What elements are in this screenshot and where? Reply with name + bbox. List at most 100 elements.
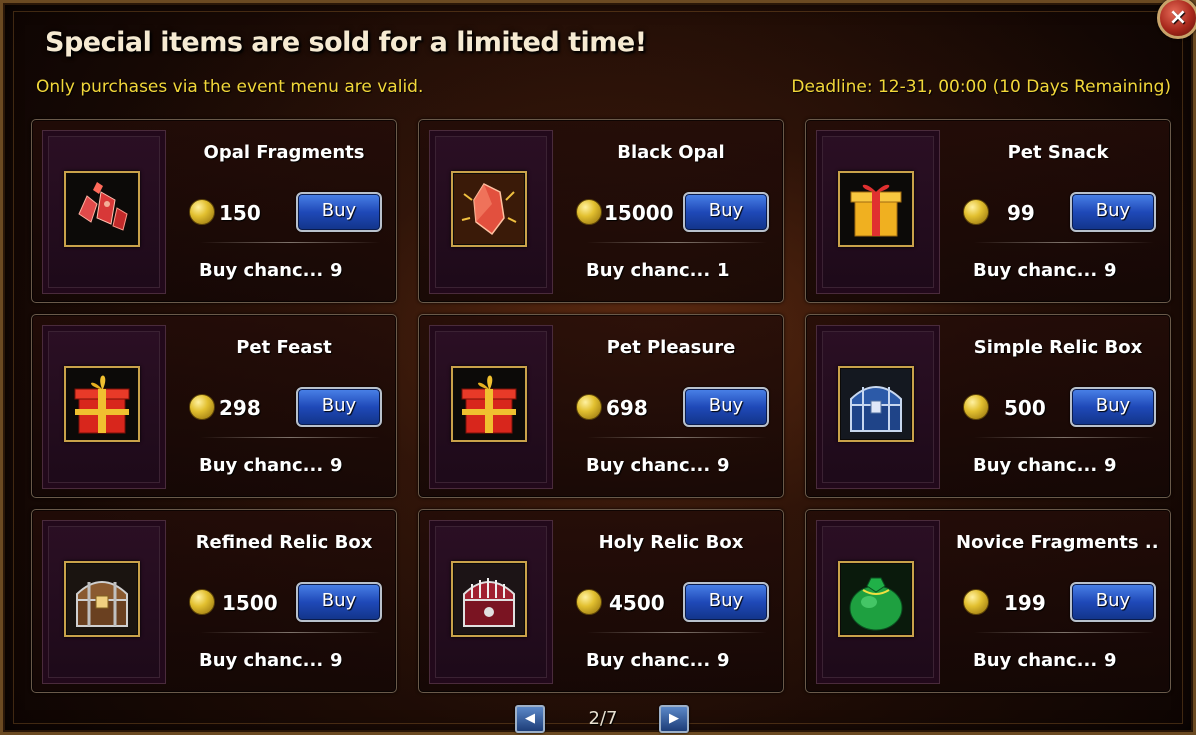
item-card: Refined Relic Box 1500 Buy Buy chanc... … [31,509,397,693]
buy-button[interactable]: Buy [1070,387,1156,427]
divider [587,242,767,243]
item-icon-panel [429,520,553,684]
buy-button[interactable]: Buy [683,387,769,427]
black-opal-icon[interactable] [451,171,527,247]
buy-chance-value: 9 [330,650,343,671]
item-card: Novice Fragments ... 199 Buy Buy chanc..… [805,509,1171,693]
buy-chance-label: Buy chanc... [586,455,711,476]
item-icon-panel [816,130,940,294]
buy-chance-label: Buy chanc... [973,650,1098,671]
divider [587,632,767,633]
buy-chance-value: 9 [717,455,730,476]
item-card: Pet Pleasure 698 Buy Buy chanc... 9 [418,314,784,498]
buy-chance-label: Buy chanc... [199,455,324,476]
item-card: Black Opal 15000 Buy Buy chanc... 1 [418,119,784,303]
item-card: Pet Snack 99 Buy Buy chanc... 9 [805,119,1171,303]
item-price: 298 [219,396,261,420]
item-price: 15000 [604,201,674,225]
item-price: 698 [606,396,648,420]
buy-button[interactable]: Buy [296,387,382,427]
page-indicator: 2/7 [588,708,618,729]
item-icon-panel [429,325,553,489]
gold-coin-icon [963,199,989,225]
prev-page-button[interactable]: ◀ [515,705,545,733]
novice-fragments-bag-icon[interactable] [838,561,914,637]
pagination: ◀ 2/7 ▶ [3,705,1196,735]
item-price: 199 [1004,591,1046,615]
divider [200,242,380,243]
item-name: Pet Feast [236,337,332,358]
gold-coin-icon [576,589,602,615]
item-name: Pet Snack [1007,142,1109,163]
item-icon-panel [42,325,166,489]
shop-window: Special items are sold for a limited tim… [0,0,1196,735]
divider [974,437,1154,438]
buy-button[interactable]: Buy [1070,582,1156,622]
window-title: Special items are sold for a limited tim… [45,27,647,58]
item-name: Opal Fragments [203,142,365,163]
simple-relic-box-icon[interactable] [838,366,914,442]
item-price: 99 [1007,201,1035,225]
buy-chance-label: Buy chanc... [973,455,1098,476]
divider [200,632,380,633]
item-icon-panel [42,130,166,294]
item-price: 1500 [222,591,278,615]
pet-pleasure-gift-icon[interactable] [451,366,527,442]
gold-coin-icon [576,394,602,420]
event-notice: Only purchases via the event menu are va… [36,77,424,97]
divider [974,242,1154,243]
buy-button[interactable]: Buy [683,192,769,232]
item-icon-panel [816,520,940,684]
buy-chance-label: Buy chanc... [586,260,711,281]
gold-coin-icon [963,589,989,615]
buy-chance-label: Buy chanc... [973,260,1098,281]
buy-chance-value: 9 [1104,260,1117,281]
divider [974,632,1154,633]
buy-chance-label: Buy chanc... [199,260,324,281]
buy-chance-label: Buy chanc... [199,650,324,671]
holy-relic-box-icon[interactable] [451,561,527,637]
buy-chance-value: 1 [717,260,730,281]
item-name: Pet Pleasure [606,337,736,358]
gold-coin-icon [963,394,989,420]
gold-coin-icon [189,394,215,420]
item-name: Simple Relic Box [973,337,1143,358]
item-card: Simple Relic Box 500 Buy Buy chanc... 9 [805,314,1171,498]
buy-button[interactable]: Buy [1070,192,1156,232]
item-name: Black Opal [617,142,725,163]
item-card: Holy Relic Box 4500 Buy Buy chanc... 9 [418,509,784,693]
item-icon-panel [429,130,553,294]
gold-coin-icon [576,199,602,225]
next-page-button[interactable]: ▶ [659,705,689,733]
buy-chance-value: 9 [717,650,730,671]
item-grid: Opal Fragments 150 Buy Buy chanc... 9 Bl… [31,119,1173,693]
opal-fragments-icon[interactable] [64,171,140,247]
item-price: 500 [1004,396,1046,420]
buy-chance-value: 9 [330,260,343,281]
deadline-text: Deadline: 12-31, 00:00 (10 Days Remainin… [791,77,1171,97]
item-price: 150 [219,201,261,225]
buy-chance-value: 9 [1104,650,1117,671]
item-price: 4500 [609,591,665,615]
divider [200,437,380,438]
buy-button[interactable]: Buy [296,192,382,232]
gold-coin-icon [189,589,215,615]
item-card: Opal Fragments 150 Buy Buy chanc... 9 [31,119,397,303]
item-icon-panel [42,520,166,684]
refined-relic-box-icon[interactable] [64,561,140,637]
close-button[interactable]: × [1157,0,1196,39]
buy-chance-value: 9 [330,455,343,476]
item-name: Novice Fragments ... [956,532,1160,553]
buy-chance-value: 9 [1104,455,1117,476]
item-name: Holy Relic Box [598,532,744,553]
item-name: Refined Relic Box [195,532,373,553]
item-card: Pet Feast 298 Buy Buy chanc... 9 [31,314,397,498]
buy-chance-label: Buy chanc... [586,650,711,671]
buy-button[interactable]: Buy [683,582,769,622]
divider [587,437,767,438]
buy-button[interactable]: Buy [296,582,382,622]
item-icon-panel [816,325,940,489]
pet-feast-gift-icon[interactable] [64,366,140,442]
gold-coin-icon [189,199,215,225]
pet-snack-gift-icon[interactable] [838,171,914,247]
